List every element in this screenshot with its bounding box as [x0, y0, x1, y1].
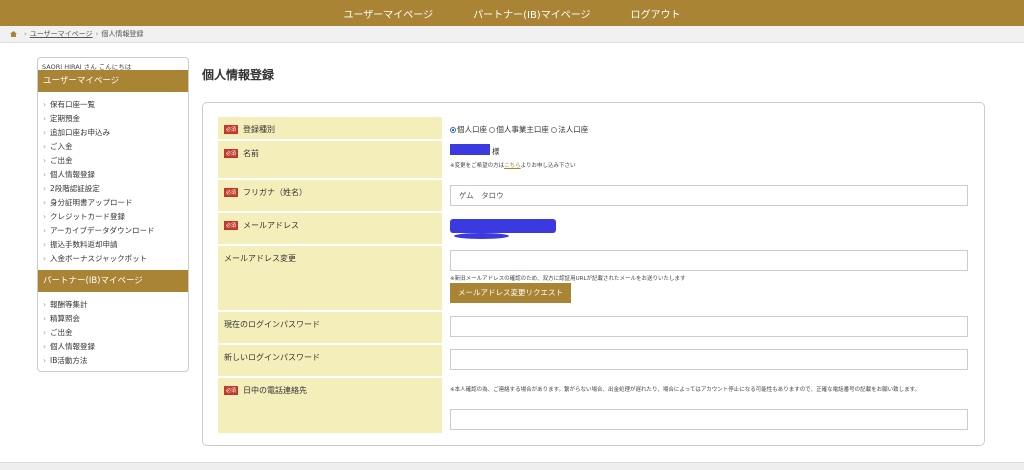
- sidebar-item[interactable]: ご入金: [43, 140, 188, 154]
- nav-logout[interactable]: ログアウト: [631, 6, 681, 21]
- required-badge: 必須: [224, 125, 239, 134]
- required-badge: 必須: [224, 221, 239, 230]
- field-label: 必須 日中の電話連絡先: [218, 378, 442, 433]
- field-label: 必須 名前: [218, 141, 442, 178]
- form-row-type: 必須 登録種別 個人口座 個人事業主口座 法人口座: [218, 117, 970, 140]
- profile-form: 必須 登録種別 個人口座 個人事業主口座 法人口座 必須 名前 様 ※変更をご希望の…: [202, 102, 985, 446]
- field-label: 現在のログインパスワード: [218, 312, 442, 343]
- required-badge: 必須: [224, 188, 239, 197]
- field-label: 必須 メールアドレス: [218, 213, 442, 244]
- field-label: 必須 登録種別: [218, 117, 442, 139]
- required-badge: 必須: [224, 386, 239, 395]
- sidebar-item[interactable]: 保有口座一覧: [43, 98, 188, 112]
- form-row-furigana: 必須 フリガナ（姓名） ゲム タロウ: [218, 180, 970, 212]
- radio-sole-proprietor[interactable]: [489, 127, 496, 133]
- name-value: 様 ※変更をご希望の方はこちらよりお申し込み下さい: [450, 141, 970, 178]
- new-password-cell: [450, 345, 970, 376]
- sidebar-item[interactable]: 個人情報登録: [43, 340, 188, 354]
- email-value: [450, 213, 970, 244]
- sidebar-item[interactable]: 定期預金: [43, 112, 188, 126]
- new-email-input[interactable]: [450, 250, 968, 271]
- current-password-cell: [450, 312, 970, 343]
- radio-corporate[interactable]: [551, 127, 558, 133]
- redacted-name: [450, 144, 490, 155]
- field-label: 必須 フリガナ（姓名）: [218, 180, 442, 211]
- furigana-cell: ゲム タロウ: [450, 180, 970, 211]
- sidebar-item[interactable]: 追加口座お申込み: [43, 126, 188, 140]
- greeting: SAORI HIRAI さん こんにちは: [42, 63, 132, 71]
- phone-input[interactable]: [450, 409, 968, 430]
- sidebar-item[interactable]: IB活動方法: [43, 354, 188, 368]
- sidebar-heading-partner: パートナー(IB)マイページ: [38, 270, 188, 292]
- phone-note: ※本人確認の為、ご連絡する場合があります。繋がらない場合、出金処理が遅れたり、場…: [450, 387, 921, 393]
- bottom-bar: [0, 462, 1024, 470]
- sidebar-partner-list: 報酬等集計 精算照会 ご出金 個人情報登録 IB活動方法: [38, 292, 188, 371]
- sidebar-item[interactable]: 身分証明書アップロード: [43, 196, 188, 210]
- email-change-cell: ※新旧メールアドレスの確認のため、双方に認証用URLが記載されたメールをお送りい…: [450, 246, 970, 310]
- phone-cell: ※本人確認の為、ご連絡する場合があります。繋がらない場合、出金処理が遅れたり、場…: [450, 378, 970, 433]
- furigana-input[interactable]: ゲム タロウ: [450, 185, 968, 206]
- type-label: 登録種別: [243, 125, 276, 134]
- sidebar-item[interactable]: 振込手数料返却申請: [43, 238, 188, 252]
- change-request-link[interactable]: こちら: [504, 163, 521, 169]
- email-change-request-button[interactable]: メールアドレス変更リクエスト: [450, 283, 571, 303]
- type-options: 個人口座 個人事業主口座 法人口座: [450, 117, 970, 139]
- sidebar-item[interactable]: 入金ボーナスジャックポット: [43, 252, 188, 266]
- radio-label: 法人口座: [558, 125, 589, 134]
- radio-personal[interactable]: [450, 127, 456, 133]
- breadcrumb-separator: ›: [24, 30, 27, 38]
- name-suffix: 様: [492, 147, 500, 156]
- sidebar-item[interactable]: 個人情報登録: [43, 168, 188, 182]
- name-label: 名前: [243, 149, 260, 158]
- page-title: 個人情報登録: [202, 68, 275, 82]
- home-icon[interactable]: [10, 31, 17, 37]
- form-row-email: 必須 メールアドレス: [218, 213, 970, 245]
- sidebar-item[interactable]: ご出金: [43, 154, 188, 168]
- new-password-label: 新しいログインパスワード: [224, 353, 320, 362]
- breadcrumb-current: 個人情報登録: [101, 30, 144, 38]
- field-label: 新しいログインパスワード: [218, 345, 442, 376]
- sidebar-item[interactable]: ご出金: [43, 326, 188, 340]
- furigana-label: フリガナ（姓名）: [243, 188, 308, 197]
- form-row-current-password: 現在のログインパスワード: [218, 312, 970, 344]
- required-badge: 必須: [224, 149, 239, 158]
- sidebar-item[interactable]: 精算照会: [43, 312, 188, 326]
- top-navigation: ユーザーマイページ パートナー(IB)マイページ ログアウト: [0, 0, 1024, 26]
- form-row-email-change: メールアドレス変更 ※新旧メールアドレスの確認のため、双方に認証用URLが記載さ…: [218, 246, 970, 311]
- current-password-label: 現在のログインパスワード: [224, 320, 320, 329]
- nav-user-mypage[interactable]: ユーザーマイページ: [343, 6, 433, 21]
- breadcrumb-separator: ›: [95, 30, 99, 38]
- sidebar-item[interactable]: 2段階認証設定: [43, 182, 188, 196]
- nav-partner-mypage[interactable]: パートナー(IB)マイページ: [473, 6, 590, 21]
- redacted-email: [450, 219, 556, 233]
- email-change-label: メールアドレス変更: [224, 254, 296, 263]
- name-note: ※変更をご希望の方はこちらよりお申し込み下さい: [450, 163, 576, 169]
- breadcrumb-user-mypage[interactable]: ユーザーマイページ: [30, 29, 93, 39]
- current-password-input[interactable]: [450, 316, 968, 337]
- phone-label: 日中の電話連絡先: [243, 386, 308, 395]
- email-change-note: ※新旧メールアドレスの確認のため、双方に認証用URLが記載されたメールをお送りい…: [450, 276, 686, 282]
- form-row-name: 必須 名前 様 ※変更をご希望の方はこちらよりお申し込み下さい: [218, 141, 970, 179]
- sidebar-item[interactable]: クレジットカード登録: [43, 210, 188, 224]
- field-label: メールアドレス変更: [218, 246, 442, 310]
- breadcrumb: › ユーザーマイページ › 個人情報登録: [0, 26, 1024, 43]
- sidebar: SAORI HIRAI さん こんにちは ユーザーマイページ 保有口座一覧 定期…: [37, 57, 189, 372]
- sidebar-item[interactable]: アーカイブデータダウンロード: [43, 224, 188, 238]
- radio-label: 個人口座: [457, 125, 487, 134]
- sidebar-item[interactable]: 報酬等集計: [43, 298, 188, 312]
- sidebar-user-list: 保有口座一覧 定期預金 追加口座お申込み ご入金 ご出金 個人情報登録 2段階認…: [38, 92, 188, 270]
- radio-label: 個人事業主口座: [496, 125, 549, 134]
- form-row-new-password: 新しいログインパスワード: [218, 345, 970, 377]
- new-password-input[interactable]: [450, 349, 968, 370]
- email-label: メールアドレス: [243, 221, 300, 230]
- form-row-phone: 必須 日中の電話連絡先 ※本人確認の為、ご連絡する場合があります。繋がらない場合、…: [218, 378, 970, 434]
- sidebar-heading-user: ユーザーマイページ: [38, 70, 188, 92]
- redacted-email: [454, 233, 509, 239]
